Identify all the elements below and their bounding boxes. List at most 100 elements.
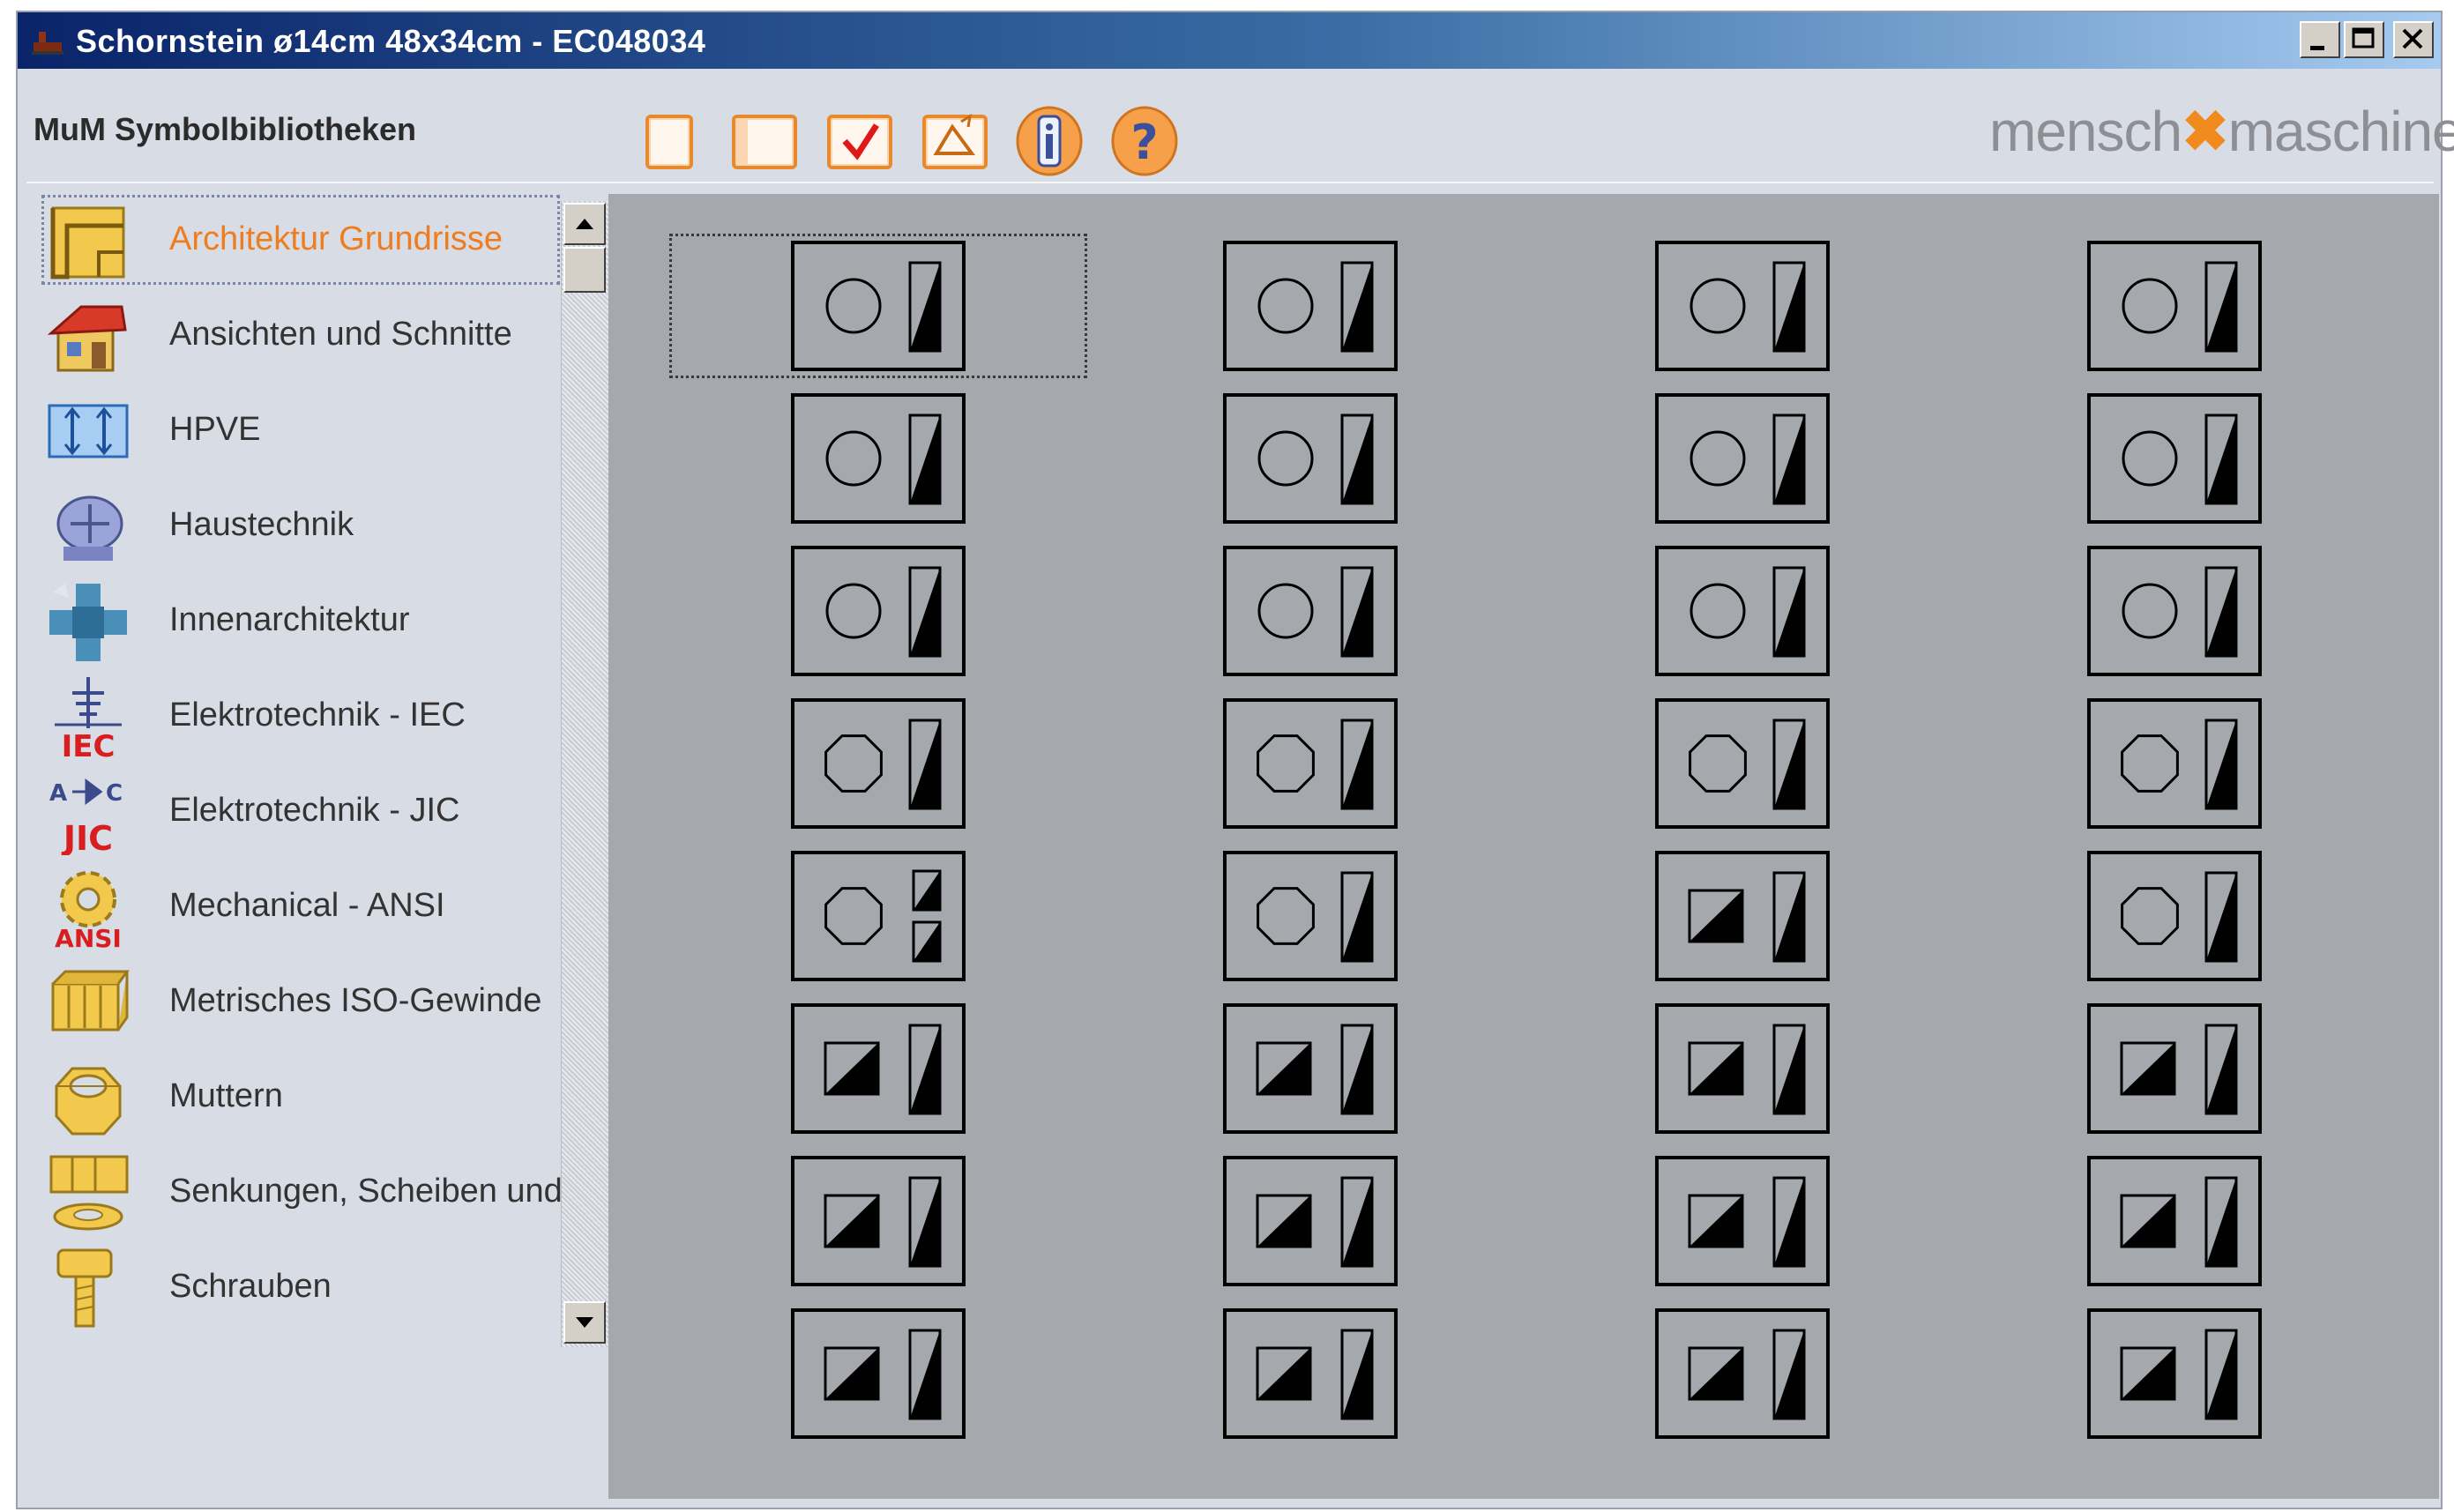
info-button[interactable] [1012, 104, 1086, 178]
sidebar-item-label: Architektur Grundrisse [169, 220, 503, 257]
symbol-cell[interactable] [1222, 545, 1399, 677]
info-icon [1016, 106, 1083, 176]
symbol-cell[interactable] [2086, 392, 2263, 525]
close-button[interactable] [2393, 21, 2434, 58]
chimney-app-icon [32, 32, 63, 55]
symbol-cell[interactable] [2086, 850, 2263, 982]
chimney-symbol-icon [791, 1308, 966, 1439]
sidebar-item-elektrotechnik-jic[interactable]: A C JIC Elektrotechnik - JIC [41, 765, 561, 857]
symbol-cell[interactable] [1654, 697, 1831, 830]
logo-left: mensch [1989, 100, 2182, 163]
arrow-down-icon [576, 1317, 593, 1328]
title-bar: Schornstein ø14cm 48x34cm - EC048034 [18, 12, 2441, 69]
symbol-cell[interactable] [669, 234, 1087, 378]
checkmark-icon [827, 115, 892, 169]
chimney-symbol-icon [1655, 546, 1830, 676]
symbol-cell[interactable] [790, 392, 966, 525]
symbol-cell[interactable] [1654, 240, 1831, 372]
chimney-symbol-icon [2087, 1156, 2262, 1286]
symbol-cell[interactable] [2086, 1002, 2263, 1135]
sidebar-item-label: Elektrotechnik - JIC [169, 792, 460, 829]
symbol-cell[interactable] [1222, 1002, 1399, 1135]
symbol-cell[interactable] [1654, 1155, 1831, 1287]
sidebar-item-muttern[interactable]: Muttern [41, 1051, 561, 1143]
chimney-symbol-icon [1655, 241, 1830, 371]
scroll-thumb[interactable] [563, 247, 606, 293]
floorplan-icon [50, 206, 125, 279]
scroll-down-button[interactable] [563, 1301, 606, 1344]
sidebar-item-senkungen-scheiben[interactable]: Senkungen, Scheiben und Du [41, 1146, 615, 1238]
symbol-cell[interactable] [2086, 697, 2263, 830]
symbol-cell[interactable] [1654, 1002, 1831, 1135]
chimney-symbol-icon [791, 1003, 966, 1134]
maximize-button[interactable] [2344, 21, 2384, 58]
minimize-button[interactable] [2300, 21, 2340, 58]
sidebar-item-label: Haustechnik [169, 506, 354, 543]
chimney-symbol-icon [791, 241, 966, 371]
chimney-symbol-icon [1223, 1308, 1398, 1439]
svg-text:ANSI: ANSI [55, 924, 122, 950]
library-label: MuM Symbolbibliotheken [34, 111, 417, 147]
help-button[interactable]: ? [1108, 104, 1182, 178]
symbol-cell[interactable] [790, 697, 966, 830]
symbol-cell[interactable] [2086, 1307, 2263, 1440]
chimney-symbol-icon [1655, 1308, 1830, 1439]
panel-icon [732, 115, 797, 169]
check-button[interactable] [822, 104, 896, 178]
symbol-cell[interactable] [1222, 392, 1399, 525]
sidebar-item-mechanical-ansi[interactable]: ANSI Mechanical - ANSI [41, 860, 561, 952]
sidebar-item-metrisches-iso-gewinde[interactable]: Metrisches ISO-Gewinde [41, 956, 561, 1047]
symbol-cell[interactable] [1222, 1307, 1399, 1440]
app-window: Schornstein ø14cm 48x34cm - EC048034 MuM… [16, 11, 2454, 1509]
split-view-button[interactable] [727, 104, 801, 178]
sidebar-item-architektur-grundrisse[interactable]: Architektur Grundrisse [41, 194, 561, 286]
insert-button[interactable] [917, 104, 991, 178]
symbol-cell[interactable] [790, 1155, 966, 1287]
symbol-cell[interactable] [790, 1307, 966, 1440]
symbol-cell[interactable] [2086, 1155, 2263, 1287]
symbol-cell[interactable] [790, 850, 966, 982]
sidebar-item-label: Innenarchitektur [169, 601, 410, 638]
new-window-button[interactable] [631, 104, 705, 178]
symbol-cell[interactable] [1654, 1307, 1831, 1440]
sidebar-item-label: Elektrotechnik - IEC [169, 696, 466, 734]
washer-icon [49, 1155, 129, 1231]
nut-icon [55, 1067, 122, 1136]
symbol-cell[interactable] [1222, 1155, 1399, 1287]
sidebar-item-schrauben[interactable]: Schrauben [41, 1241, 561, 1333]
symbol-cell[interactable] [2086, 240, 2263, 372]
symbol-cell[interactable] [1222, 240, 1399, 372]
sidebar-item-ansichten-und-schnitte[interactable]: Ansichten und Schnitte [41, 289, 561, 381]
chimney-symbol-icon [791, 393, 966, 524]
svg-text:JIC: JIC [61, 819, 113, 855]
chimney-symbol-icon [791, 698, 966, 829]
library-list: Architektur Grundrisse Ansichten und Sch… [26, 194, 615, 1490]
sidebar-item-haustechnik[interactable]: Haustechnik [41, 480, 561, 571]
symbol-cell[interactable] [1222, 697, 1399, 830]
sidebar-item-hpve[interactable]: HPVE [41, 384, 561, 476]
symbol-cell[interactable] [1222, 850, 1399, 982]
chimney-symbol-icon [2087, 1003, 2262, 1134]
sidebar-item-elektrotechnik-iec[interactable]: IEC Elektrotechnik - IEC [41, 670, 561, 762]
chimney-symbol-icon [1223, 546, 1398, 676]
iec-icon: IEC [55, 677, 122, 760]
svg-text:IEC: IEC [62, 729, 116, 760]
chimney-symbol-icon [2087, 546, 2262, 676]
symbol-cell[interactable] [790, 1002, 966, 1135]
scroll-up-button[interactable] [563, 203, 606, 245]
chimney-symbol-icon [1655, 1156, 1830, 1286]
chimney-symbol-icon [1655, 698, 1830, 829]
house-icon [47, 305, 127, 372]
chimney-symbol-icon [1655, 1003, 1830, 1134]
symbol-cell[interactable] [790, 545, 966, 677]
symbol-cell[interactable] [2086, 545, 2263, 677]
symbol-cell[interactable] [1654, 850, 1831, 982]
toolbar-divider [26, 182, 2434, 183]
sidebar-scrollbar[interactable] [561, 201, 609, 1347]
chimney-symbol-icon [2087, 698, 2262, 829]
close-icon [2402, 28, 2423, 49]
chimney-symbol-icon [1223, 698, 1398, 829]
symbol-cell[interactable] [1654, 392, 1831, 525]
sidebar-item-innenarchitektur[interactable]: Innenarchitektur [41, 575, 561, 667]
symbol-cell[interactable] [1654, 545, 1831, 677]
